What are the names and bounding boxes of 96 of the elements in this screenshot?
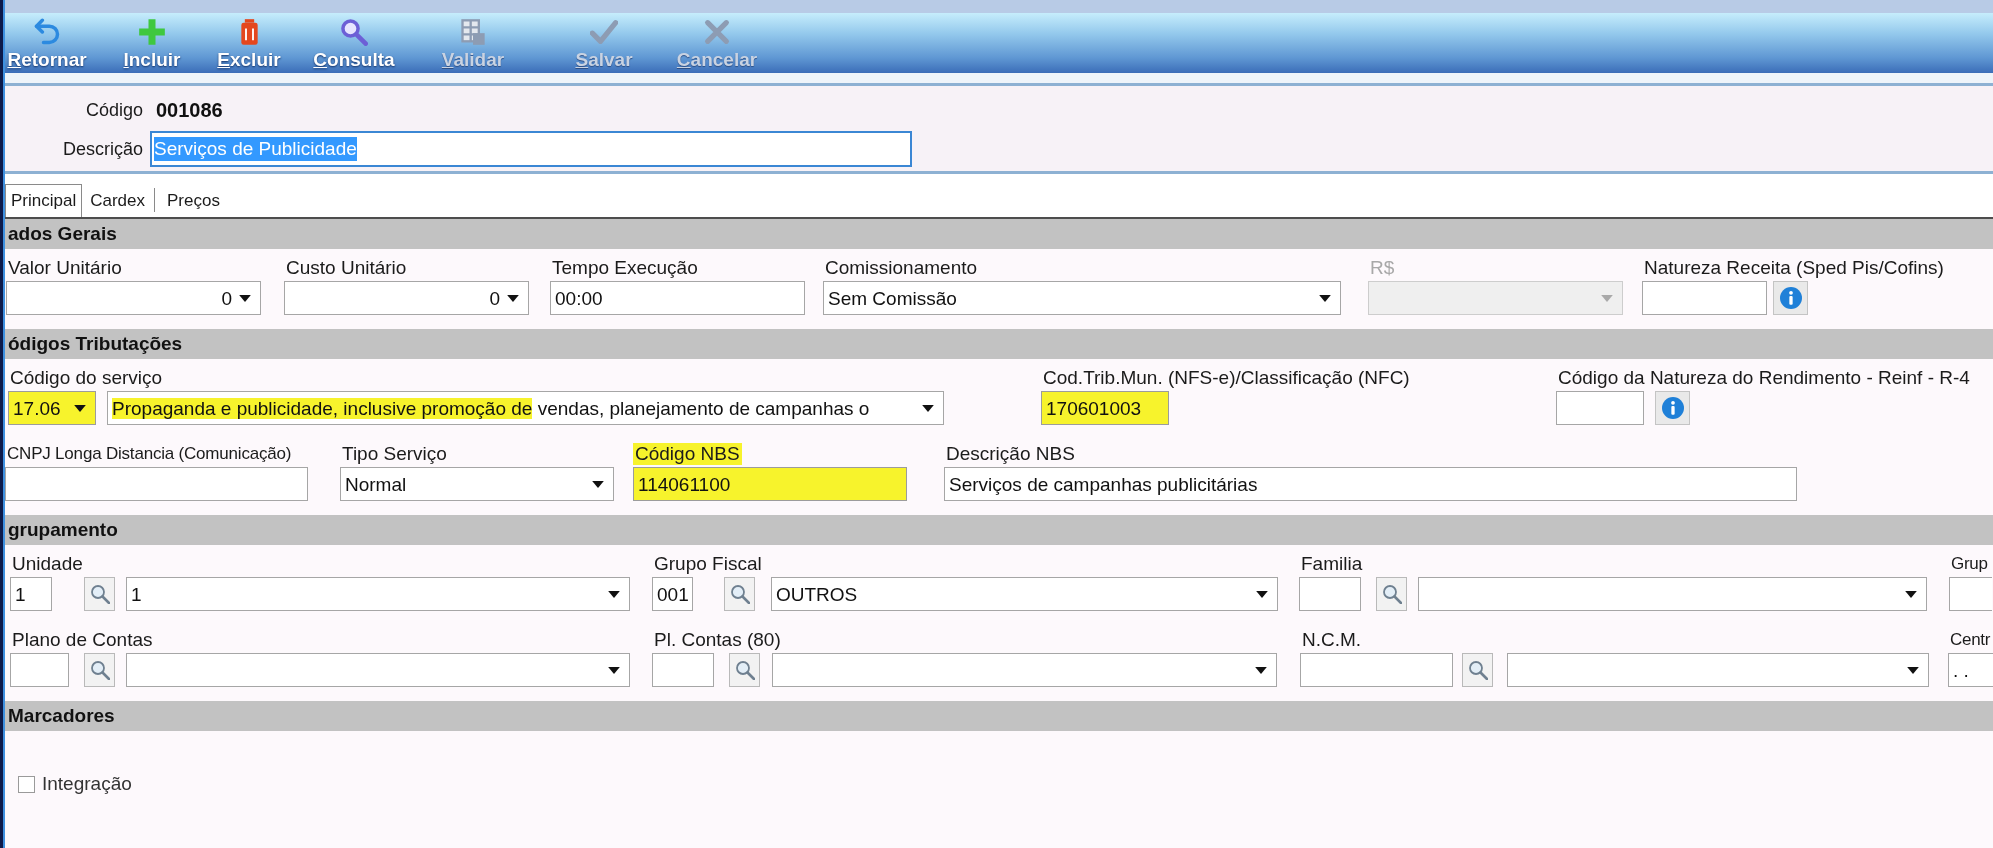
- lookup-button[interactable]: [84, 577, 115, 611]
- section-header: grupamento: [5, 515, 1993, 545]
- code-value: 001086: [156, 98, 223, 123]
- field-label: Plano de Contas: [11, 629, 154, 651]
- dropdown-field[interactable]: Sem Comissão: [823, 281, 1341, 315]
- text-field[interactable]: . .: [1948, 653, 1993, 687]
- caret-down-icon: [1255, 666, 1267, 674]
- caret-down-icon: [608, 590, 620, 598]
- code-field[interactable]: [1300, 653, 1453, 687]
- search-icon: [89, 660, 110, 680]
- dropdown-field[interactable]: OUTROS: [771, 577, 1278, 611]
- tab[interactable]: Principal: [5, 184, 83, 217]
- code-field[interactable]: [652, 653, 714, 687]
- text-field[interactable]: [1556, 391, 1644, 425]
- field-label: Código NBS: [633, 443, 742, 465]
- grid-icon: [459, 18, 487, 46]
- caret-down-icon: [1256, 590, 1268, 598]
- field-label: Código do serviço: [9, 367, 164, 389]
- search-icon: [1381, 584, 1402, 604]
- field-label: N.C.M.: [1301, 629, 1363, 651]
- field-label: Descrição: [62, 137, 143, 161]
- code-field[interactable]: [10, 653, 69, 687]
- dropdown-field[interactable]: [772, 653, 1277, 687]
- checkbox-label: Integração: [42, 772, 132, 796]
- dropdown-field[interactable]: [1507, 653, 1929, 687]
- field-label: Código da Natureza do Rendimento - Reinf - R-4: [1557, 367, 1971, 389]
- tab[interactable]: Cardex: [85, 184, 150, 217]
- text-field[interactable]: 170601003: [1041, 391, 1169, 425]
- lookup-button[interactable]: [729, 653, 760, 687]
- field-label: Centr: [1949, 629, 1992, 651]
- field-label: Grupo Fiscal: [653, 553, 763, 575]
- lookup-button[interactable]: [1462, 653, 1493, 687]
- plus-icon: [138, 18, 166, 46]
- field-label: Grup: [1950, 553, 1989, 575]
- search-icon: [729, 584, 750, 604]
- section-header: ados Gerais: [5, 219, 1993, 249]
- dropdown-field[interactable]: Propaganda e publicidade, inclusive promoção de vendas, planejamento de campanhas o: [107, 391, 944, 425]
- lookup-button[interactable]: [84, 653, 115, 687]
- check-icon: [590, 18, 618, 46]
- caret-down-icon: [608, 666, 620, 674]
- text-field[interactable]: [5, 467, 308, 501]
- section-header: Marcadores: [5, 701, 1993, 731]
- caret-down-icon: [1601, 294, 1613, 302]
- field-label: Familia: [1300, 553, 1364, 575]
- dropdown-field[interactable]: Normal: [340, 467, 614, 501]
- caret-down-icon: [239, 294, 251, 302]
- field-label: Tipo Serviço: [341, 443, 448, 465]
- code-field[interactable]: [1299, 577, 1361, 611]
- caret-down-icon: [1319, 294, 1331, 302]
- field-label: R$: [1369, 257, 1396, 279]
- text-field[interactable]: [1642, 281, 1767, 315]
- caret-down-icon: [1905, 590, 1917, 598]
- field-label: Cod.Trib.Mun. (NFS-e)/Classificação (NFC): [1042, 367, 1411, 389]
- field-label: Tempo Execução: [551, 257, 699, 279]
- field-label: Unidade: [11, 553, 84, 575]
- code-field[interactable]: 1: [10, 577, 52, 611]
- text-field[interactable]: 00:00: [550, 281, 805, 315]
- field-label: Custo Unitário: [285, 257, 408, 279]
- checkbox[interactable]: [18, 775, 35, 793]
- search-icon: [1467, 660, 1488, 680]
- dropdown-field[interactable]: 17.06: [8, 391, 96, 425]
- field-label: Comissionamento: [824, 257, 979, 279]
- info-icon: [1661, 397, 1684, 419]
- field-label: Valor Unitário: [7, 257, 123, 279]
- section-header: ódigos Tributações: [5, 329, 1993, 359]
- text-field[interactable]: Serviços de campanhas publicitárias: [944, 467, 1797, 501]
- info-button[interactable]: [1773, 281, 1808, 315]
- info-icon: [1779, 287, 1802, 309]
- field-label: Pl. Contas (80): [653, 629, 782, 651]
- field-label: CNPJ Longa Distancia (Comunicação): [6, 443, 293, 465]
- field-label: Descrição NBS: [945, 443, 1076, 465]
- cross-icon: [703, 18, 731, 46]
- search-icon: [89, 584, 110, 604]
- search-icon: [734, 660, 755, 680]
- search-icon: [340, 18, 368, 46]
- info-button[interactable]: [1655, 391, 1690, 425]
- caret-down-icon: [507, 294, 519, 302]
- tab[interactable]: Preços: [162, 184, 225, 217]
- number-dropdown-field[interactable]: 0: [6, 281, 261, 315]
- field-label: Natureza Receita (Sped Pis/Cofins): [1643, 257, 1945, 279]
- caret-down-icon: [74, 404, 86, 412]
- dropdown-field[interactable]: 1: [126, 577, 630, 611]
- caret-down-icon: [1907, 666, 1919, 674]
- caret-down-icon: [922, 404, 934, 412]
- field-label: Código: [85, 98, 143, 122]
- text-field[interactable]: 114061100: [633, 467, 907, 501]
- number-dropdown-field[interactable]: 0: [284, 281, 529, 315]
- dropdown-field[interactable]: [126, 653, 630, 687]
- lookup-button[interactable]: [1376, 577, 1407, 611]
- text-field[interactable]: [1949, 577, 1992, 611]
- lookup-button[interactable]: [724, 577, 755, 611]
- dropdown-field[interactable]: [1418, 577, 1927, 611]
- caret-down-icon: [592, 480, 604, 488]
- undo-arrow-icon: [33, 18, 61, 46]
- trash-can-icon: [239, 18, 259, 46]
- code-field[interactable]: 001: [652, 577, 693, 611]
